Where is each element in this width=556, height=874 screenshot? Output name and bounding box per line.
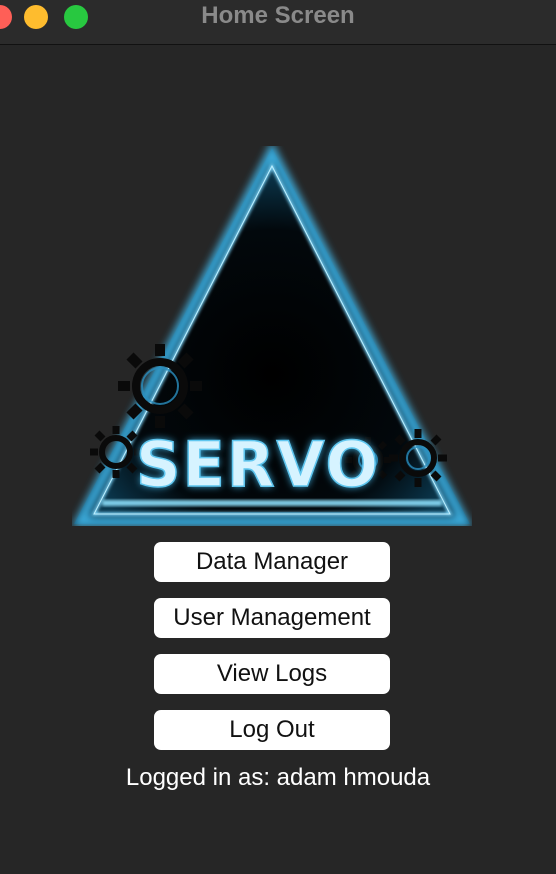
logo-wordmark-text: SERVO [136,428,380,501]
data-manager-button[interactable]: Data Manager [154,542,390,582]
logged-in-status: Logged in as: adam hmouda [125,764,431,791]
app-window: Home Screen SERVO SERVO Data Manager Use… [0,0,556,874]
view-logs-button[interactable]: View Logs [154,654,390,694]
servo-logo: SERVO SERVO [72,146,472,526]
user-management-button[interactable]: User Management [154,598,390,638]
log-out-button[interactable]: Log Out [154,710,390,750]
window-title: Home Screen [201,2,355,29]
title-bar[interactable]: Home Screen [0,0,556,45]
